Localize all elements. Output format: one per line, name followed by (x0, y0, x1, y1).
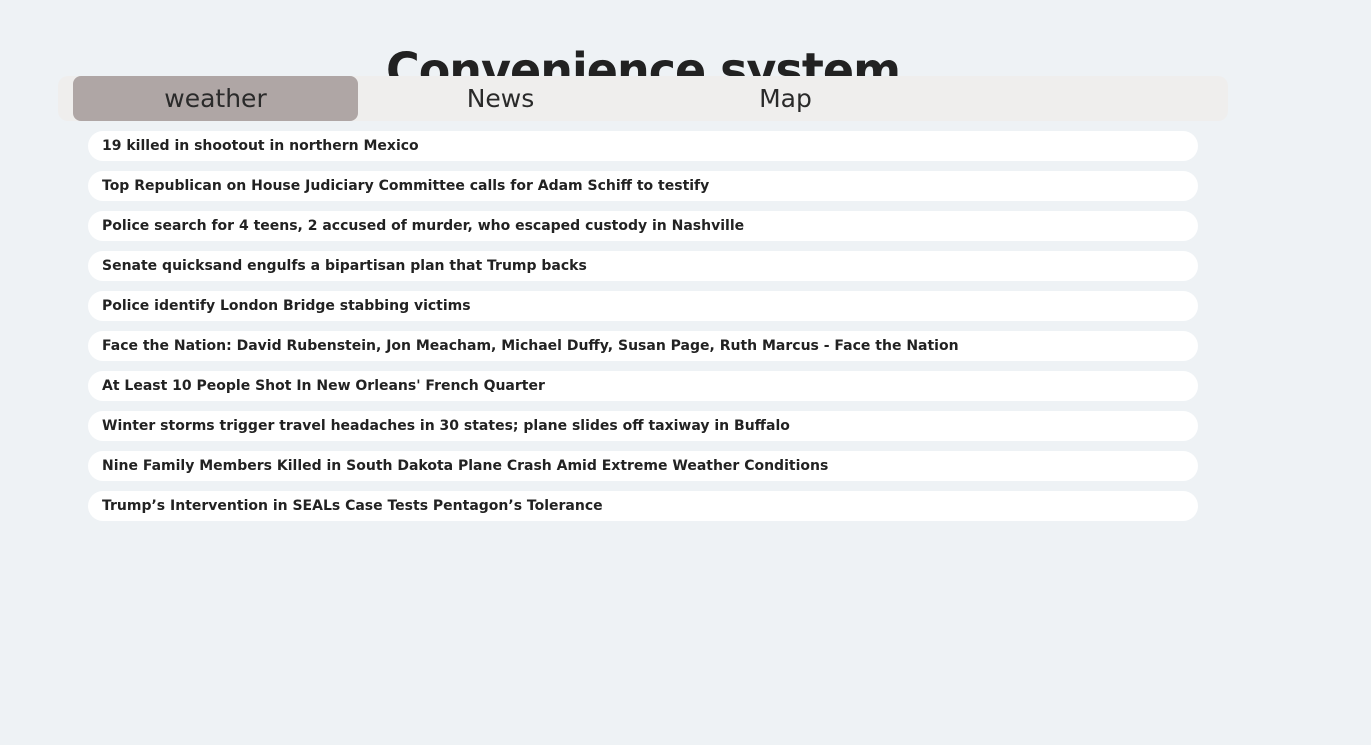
news-item[interactable]: Police search for 4 teens, 2 accused of … (88, 211, 1198, 241)
tab-news[interactable]: News (358, 76, 643, 121)
news-list: 19 killed in shootout in northern Mexico… (88, 131, 1198, 531)
news-item[interactable]: Winter storms trigger travel headaches i… (88, 411, 1198, 441)
news-item[interactable]: Face the Nation: David Rubenstein, Jon M… (88, 331, 1198, 361)
news-item[interactable]: At Least 10 People Shot In New Orleans' … (88, 371, 1198, 401)
tab-bar: weather News Map (58, 76, 1228, 121)
news-item[interactable]: 19 killed in shootout in northern Mexico (88, 131, 1198, 161)
tab-map[interactable]: Map (643, 76, 928, 121)
tab-weather[interactable]: weather (73, 76, 358, 121)
news-item[interactable]: Senate quicksand engulfs a bipartisan pl… (88, 251, 1198, 281)
news-item[interactable]: Police identify London Bridge stabbing v… (88, 291, 1198, 321)
news-item[interactable]: Top Republican on House Judiciary Commit… (88, 171, 1198, 201)
news-item[interactable]: Nine Family Members Killed in South Dako… (88, 451, 1198, 481)
news-item[interactable]: Trump’s Intervention in SEALs Case Tests… (88, 491, 1198, 521)
